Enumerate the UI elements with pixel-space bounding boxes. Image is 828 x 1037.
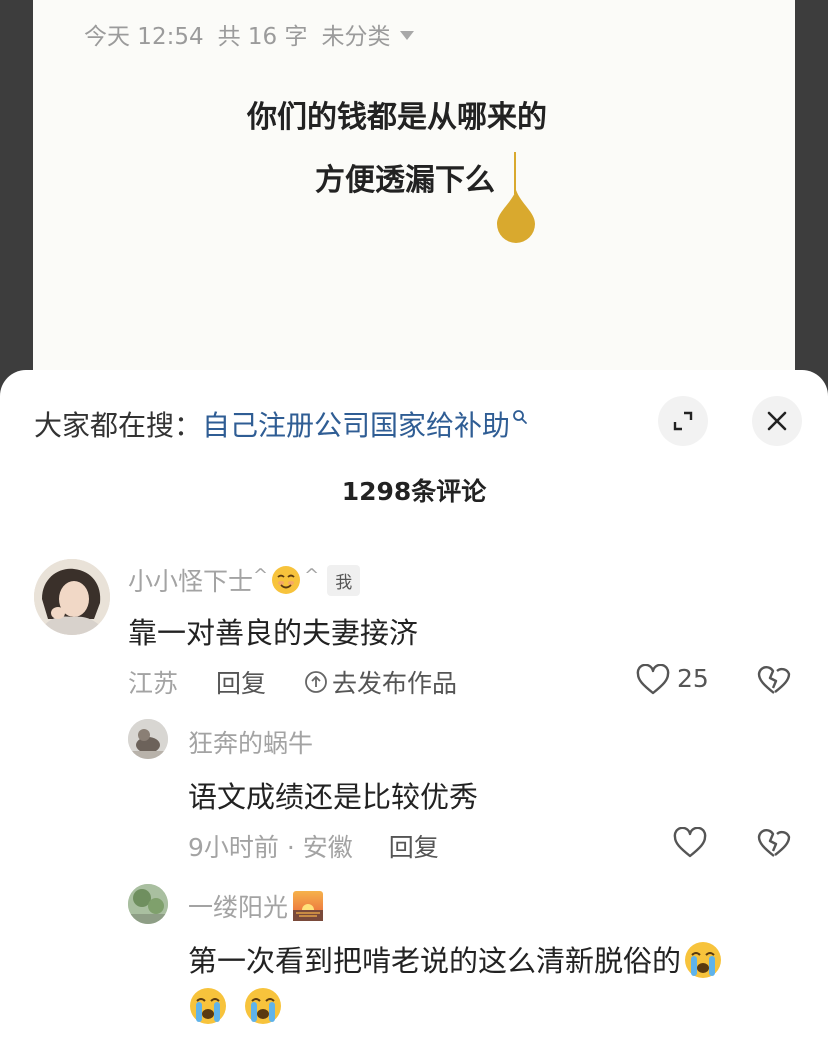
comment-author-row: 狂奔的蜗牛 bbox=[188, 724, 313, 760]
smiling-face-emoji-icon bbox=[272, 566, 301, 594]
reply-button[interactable]: 回复 bbox=[389, 828, 439, 864]
comments-sheet: 大家都在搜： 自己注册公司国家给补助 1298条评论 小小怪下士 ^ ^ 我 靠… bbox=[0, 370, 828, 1037]
note-meta-row: 今天 12:54 共 16 字 未分类 bbox=[84, 17, 415, 51]
comment-text[interactable]: 靠一对善良的夫妻接济 bbox=[128, 610, 418, 652]
comment-text[interactable]: 语文成绩还是比较优秀 bbox=[188, 774, 478, 816]
broken-heart-icon[interactable] bbox=[757, 827, 791, 859]
note-word-count: 共 16 字 bbox=[217, 24, 308, 50]
comment-text[interactable]: 第一次看到把啃老说的这么清新脱俗的 bbox=[188, 938, 723, 980]
broken-heart-icon[interactable] bbox=[757, 664, 791, 696]
comment-author-name[interactable]: 狂奔的蜗牛 bbox=[188, 724, 313, 760]
comment-meta-row: 9小时前 · 安徽 回复 bbox=[188, 828, 439, 864]
reply-button[interactable]: 回复 bbox=[216, 664, 266, 700]
comment-author-name[interactable]: 小小怪下士 bbox=[128, 562, 253, 598]
category-dropdown[interactable]: 未分类 bbox=[321, 17, 415, 51]
close-button[interactable] bbox=[752, 396, 802, 446]
comment-meta-row: 江苏 回复 去发布作品 bbox=[128, 664, 457, 700]
category-label: 未分类 bbox=[321, 24, 391, 50]
avatar[interactable] bbox=[128, 884, 168, 924]
crying-face-emoji-icon bbox=[685, 942, 722, 978]
publish-work-label: 去发布作品 bbox=[332, 669, 458, 698]
comment-author-name[interactable]: 一缕阳光 bbox=[188, 888, 288, 924]
like-count: 25 bbox=[677, 664, 709, 693]
note-text-line-1[interactable]: 你们的钱都是从哪来的 bbox=[247, 92, 547, 136]
comment-text-body: 第一次看到把啃老说的这么清新脱俗的 bbox=[188, 944, 682, 978]
user-avatar-image bbox=[128, 719, 168, 759]
user-avatar-image bbox=[128, 884, 168, 924]
crying-face-emoji-icon bbox=[190, 988, 226, 1024]
close-icon bbox=[767, 411, 787, 431]
comment-text-emoji-line bbox=[188, 986, 283, 1026]
user-avatar-image bbox=[34, 559, 110, 635]
comment-author-row: 一缕阳光 bbox=[188, 888, 324, 924]
upload-circle-icon bbox=[305, 671, 327, 693]
comment-time-location: 9小时前 · 安徽 bbox=[188, 833, 353, 862]
trending-search-prefix: 大家都在搜： bbox=[34, 409, 203, 442]
name-decoration-right: ^ bbox=[304, 564, 320, 586]
dropdown-triangle-icon bbox=[400, 31, 415, 40]
cursor-handle-icon[interactable] bbox=[495, 186, 537, 246]
comment-location: 江苏 bbox=[128, 669, 179, 698]
heart-icon[interactable] bbox=[636, 664, 670, 696]
me-badge: 我 bbox=[327, 564, 361, 596]
note-text-line-2[interactable]: 方便透漏下么 bbox=[315, 155, 495, 199]
crying-face-emoji-icon bbox=[245, 988, 282, 1024]
note-card bbox=[33, 0, 795, 400]
trending-search-link[interactable]: 自己注册公司国家给补助 bbox=[202, 404, 510, 444]
sunrise-emoji-icon bbox=[293, 891, 324, 921]
search-icon bbox=[513, 410, 527, 424]
expand-icon bbox=[673, 411, 693, 431]
comment-author-row: 小小怪下士 ^ ^ 我 bbox=[128, 562, 361, 598]
avatar[interactable] bbox=[34, 559, 110, 635]
name-decoration-left: ^ bbox=[253, 564, 269, 586]
expand-button[interactable] bbox=[658, 396, 708, 446]
avatar[interactable] bbox=[128, 719, 168, 759]
heart-icon[interactable] bbox=[673, 827, 707, 859]
trending-search-row[interactable]: 大家都在搜： 自己注册公司国家给补助 bbox=[34, 406, 528, 442]
publish-work-link[interactable]: 去发布作品 bbox=[304, 664, 457, 700]
comment-count-title: 1298条评论 bbox=[341, 477, 487, 506]
note-date: 今天 12:54 bbox=[84, 24, 204, 50]
